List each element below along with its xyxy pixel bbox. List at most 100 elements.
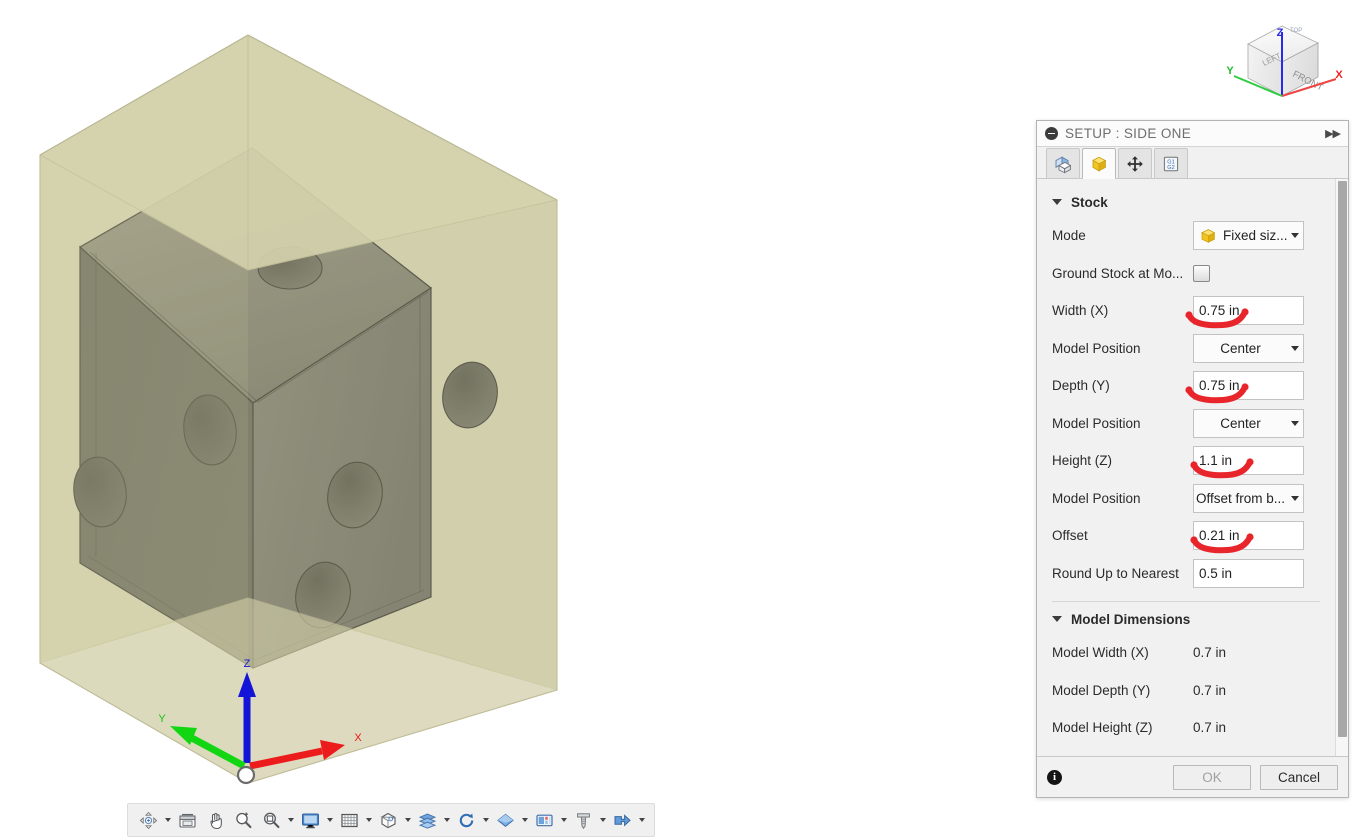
setup-stock-dialog[interactable]: SETUP : SIDE ONE ▶ ▶ G1 G2 Stock Mode Fi… [1036,120,1349,798]
label-offset: Offset [1052,528,1088,544]
viewports-dropdown-caret[interactable] [402,806,413,834]
info-icon[interactable]: i [1047,769,1062,785]
label-ground-stock-at-model: Ground Stock at Mo... [1052,265,1184,281]
model-position-x-select[interactable]: Center [1193,333,1304,363]
appearance-dropdown-caret[interactable] [519,806,530,834]
model-position-z-caret-icon[interactable] [1287,496,1303,501]
section-title-stock: Stock [1071,194,1108,210]
label-width-x: Width (X) [1052,303,1109,319]
viewcube-axis-x: X [1335,69,1343,81]
svg-text:G2: G2 [1167,165,1174,171]
revolve-icon[interactable] [452,805,480,835]
viewports-icon[interactable] [374,805,402,835]
fastener-icon[interactable] [569,805,597,835]
row-offset: Offset 0.21 in [1037,517,1335,555]
nav-group-zoom-window [257,804,296,836]
mode-select[interactable]: Fixed siz... [1193,221,1304,251]
pan-icon[interactable] [201,805,229,835]
label-model-position-z: Model Position [1052,490,1141,506]
tab-stock[interactable] [1082,148,1116,179]
value-model-depth-y: 0.7 in [1193,682,1227,698]
zoom-window-dropdown-caret[interactable] [285,806,296,834]
triad-label-y: Y [158,713,166,725]
mode-caret-icon[interactable] [1287,233,1303,238]
nav-group-fastener [569,804,608,836]
orbit-icon[interactable] [134,805,162,835]
layers-dropdown-caret[interactable] [441,806,452,834]
nav-group-revolve [452,804,491,836]
section-header-model-dimensions[interactable]: Model Dimensions [1037,606,1335,632]
origin-point[interactable] [236,765,256,785]
revolve-dropdown-caret[interactable] [480,806,491,834]
nav-group-appearance [491,804,530,836]
cancel-button[interactable]: Cancel [1260,764,1338,790]
value-model-height-z: 0.7 in [1193,720,1227,736]
triangle-down-icon[interactable] [1052,199,1062,205]
label-model-position-y: Model Position [1052,415,1141,431]
fastener-dropdown-caret[interactable] [597,806,608,834]
row-model-height-z: Model Height (Z) 0.7 in [1037,709,1335,747]
section-header-stock[interactable]: Stock [1037,189,1335,215]
viewcube-axis-z: Z [1277,27,1284,39]
display-settings-dropdown-caret[interactable] [324,806,335,834]
yellow-cube-icon [1201,228,1216,243]
cad-model-render[interactable]: Z X Y [0,0,1034,800]
zoom-icon[interactable] [229,805,257,835]
tab-post-process[interactable] [1118,148,1152,178]
machine-dropdown-caret[interactable] [558,806,569,834]
label-model-position-x: Model Position [1052,340,1141,356]
ok-button[interactable]: OK [1173,764,1251,790]
model-position-y-caret-icon[interactable] [1287,421,1303,426]
dialog-body[interactable]: Stock Mode Fixed siz... Ground Stock at [1037,179,1348,757]
zoom-window-icon[interactable] [257,805,285,835]
appearance-icon[interactable] [491,805,519,835]
stock-box-front [38,34,559,784]
model-position-y-select[interactable]: Center [1193,408,1304,438]
dialog-scrollbar[interactable] [1335,179,1348,756]
minus-circle-icon[interactable] [1045,127,1058,140]
width-x-input[interactable]: 0.75 in [1193,296,1304,326]
viewcube-axis-y: Y [1226,65,1234,77]
value-model-width-x: 0.7 in [1193,645,1227,661]
dialog-scrollbar-thumb[interactable] [1338,181,1347,737]
row-model-position-x: Model Position Center [1037,330,1335,368]
dialog-tab-strip[interactable]: G1 G2 [1037,147,1348,179]
cad-3d-viewport[interactable]: Z X Y [0,0,1034,837]
ground-stock-at-model-checkbox[interactable] [1193,264,1210,282]
row-ground-stock-at-model: Ground Stock at Mo... [1037,255,1335,293]
model-position-z-select[interactable]: Offset from b... [1193,483,1304,513]
interference-dropdown-caret[interactable] [636,806,647,834]
navigation-toolbar[interactable] [127,803,655,837]
interference-icon[interactable] [608,805,636,835]
model-position-x-caret-icon[interactable] [1287,346,1303,351]
offset-input[interactable]: 0.21 in [1193,521,1304,551]
row-model-position-y: Model Position Center [1037,405,1335,443]
dialog-title-bar[interactable]: SETUP : SIDE ONE ▶ ▶ [1037,121,1348,147]
label-depth-y: Depth (Y) [1052,378,1110,394]
dialog-scroll-content: Stock Mode Fixed siz... Ground Stock at [1037,179,1335,756]
layers-icon[interactable] [413,805,441,835]
label-mode: Mode [1052,228,1086,244]
tab-setup[interactable] [1046,148,1080,178]
mode-value: Fixed siz... [1223,228,1287,244]
orbit-dropdown-caret[interactable] [162,806,173,834]
machine-icon[interactable] [530,805,558,835]
double-chevron-right-icon[interactable]: ▶ ▶ [1325,127,1341,140]
round-up-to-nearest-input[interactable]: 0.5 in [1193,558,1304,588]
row-model-width-x: Model Width (X) 0.7 in [1037,634,1335,672]
dialog-title: SETUP : SIDE ONE [1065,126,1192,141]
height-z-input[interactable]: 1.1 in [1193,446,1304,476]
display-settings-icon[interactable] [296,805,324,835]
triangle-down-icon-2[interactable] [1052,616,1062,622]
label-model-depth-y: Model Depth (Y) [1052,682,1151,698]
look-at-icon[interactable] [173,805,201,835]
grid-snap-dropdown-caret[interactable] [363,806,374,834]
nav-group-machine [530,804,569,836]
row-round-up-to-nearest: Round Up to Nearest 0.5 in [1037,555,1335,593]
tab-gcode[interactable]: G1 G2 [1154,148,1188,178]
depth-y-input[interactable]: 0.75 in [1193,371,1304,401]
view-cube[interactable]: LEFT FRONT Z TOP X Y [1224,6,1344,114]
triad-label-z: Z [244,658,251,670]
grid-snap-icon[interactable] [335,805,363,835]
section-divider [1052,601,1320,602]
